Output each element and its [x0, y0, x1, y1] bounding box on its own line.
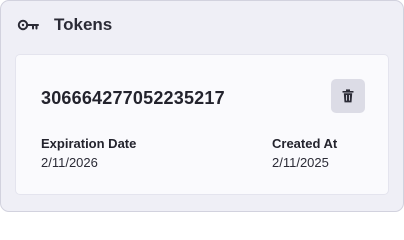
key-icon: [17, 17, 41, 33]
token-card: 306664277052235217 Expiration Date 2/11/…: [16, 55, 388, 194]
delete-token-button[interactable]: [331, 79, 365, 113]
panel-title: Tokens: [54, 15, 113, 34]
expiration-date-value: 2/11/2026: [41, 155, 98, 170]
tokens-panel: Tokens 306664277052235217 Expiration Dat…: [0, 0, 404, 212]
expiration-date-label: Expiration Date: [41, 136, 137, 151]
trash-icon: [342, 89, 354, 103]
token-value: 306664277052235217: [41, 88, 225, 108]
created-at-value: 2/11/2025: [272, 155, 329, 170]
created-at-label: Created At: [272, 136, 338, 151]
panel-header: Tokens: [17, 13, 112, 37]
